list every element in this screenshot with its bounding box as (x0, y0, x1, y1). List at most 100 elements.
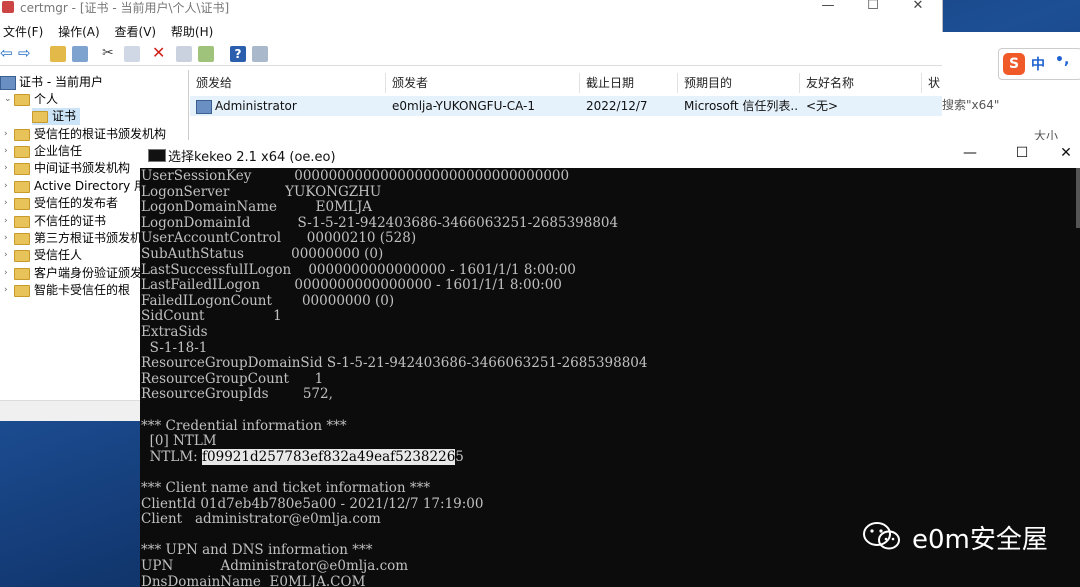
help-icon[interactable]: ? (230, 46, 246, 62)
tree-item-third-party-root[interactable]: › 第三方根证书颁发机 (4, 230, 142, 247)
chevron-right-icon[interactable]: › (4, 247, 14, 264)
folder-icon (14, 128, 30, 141)
column-friendly-name[interactable]: 友好名称 (800, 73, 922, 93)
toolbar: ⇦ ⇨ ✂ ✕ ? (0, 43, 942, 66)
table-row[interactable]: Administrator e0mlja-YUKONGFU-CA-1 2022/… (190, 96, 942, 116)
tree-item-active-directory[interactable]: › Active Directory 用户 (4, 178, 158, 195)
column-status[interactable]: 状 (922, 73, 942, 93)
column-issued-to[interactable]: 颁发给 (190, 73, 386, 93)
properties-icon[interactable] (176, 46, 192, 62)
menu-view[interactable]: 查看(V) (112, 21, 165, 40)
certificate-icon (196, 99, 212, 114)
chevron-right-icon[interactable]: › (4, 126, 14, 143)
cell-purpose: Microsoft 信任列表... (684, 99, 798, 113)
folder-icon (14, 93, 30, 106)
console-maximize-button[interactable]: ☐ (1002, 144, 1042, 164)
ime-mode-label[interactable]: 中 (1031, 54, 1045, 74)
folder-icon (14, 284, 30, 297)
console-line: UserAccountControl 00000210 (528) (141, 230, 417, 247)
forward-icon[interactable]: ⇨ (18, 46, 34, 62)
chevron-right-icon[interactable]: › (4, 230, 14, 247)
maximize-button[interactable]: ☐ (850, 0, 896, 16)
column-purpose[interactable]: 预期目的 (678, 73, 800, 93)
ime-punctuation-label[interactable]: •, (1055, 52, 1069, 68)
export-icon[interactable] (198, 46, 214, 62)
menu-file[interactable]: 文件(F) (0, 21, 51, 40)
console-minimize-button[interactable]: — (950, 144, 990, 164)
tree-item-trusted-people[interactable]: › 受信任人 (4, 247, 82, 264)
cell-expiry: 2022/12/7 (586, 99, 648, 113)
menu-action[interactable]: 操作(A) (55, 21, 108, 40)
back-icon[interactable]: ⇦ (0, 46, 16, 62)
console-line: ResourceGroupCount 1 (141, 370, 324, 387)
console-line: *** Credential information *** (141, 417, 347, 434)
chevron-right-icon[interactable]: › (4, 160, 14, 177)
console-line: [0] NTLM (141, 433, 217, 450)
folder-icon (14, 162, 30, 175)
ntlm-hash-tail: 5 (455, 448, 464, 465)
menu-bar: 文件(F) 操作(A) 查看(V) 帮助(H) (0, 21, 221, 41)
chevron-right-icon[interactable]: › (4, 282, 14, 299)
folder-icon (32, 110, 48, 123)
ntlm-hash-selection[interactable]: f09921d257783ef832a49eaf5238226 (202, 448, 456, 465)
watermark-text: e0m安全屋 (912, 525, 1048, 555)
console-line: LogonServer YUKONGZHU (141, 183, 382, 200)
ntlm-hash-line: NTLM: f09921d257783ef832a49eaf52382265 (141, 448, 464, 465)
console-app-icon (148, 149, 166, 162)
console-line: ResourceGroupIds 572, (141, 386, 333, 403)
sogou-logo-icon: S (1003, 53, 1025, 75)
column-expiry[interactable]: 截止日期 (580, 73, 678, 93)
console-line: UPN Administrator@e0mlja.com (141, 558, 409, 574)
console-line: DnsDomainName E0MLJA.COM (141, 573, 366, 587)
tree-item-client-auth[interactable]: › 客户端身份验证颁发 (4, 265, 142, 282)
tree-item-smartcard-root[interactable]: › 智能卡受信任的根 (4, 282, 130, 299)
cert-store-icon (0, 75, 16, 90)
console-line: FailedILogonCount 00000000 (0) (141, 292, 395, 309)
console-line: LogonDomainId S-1-5-21-942403686-3466063… (141, 214, 619, 231)
tree-item-certificates[interactable]: 证书 (32, 108, 81, 125)
ime-toolbar[interactable]: S 中 •, (998, 48, 1080, 80)
cut-icon[interactable]: ✂ (102, 46, 118, 62)
tree-item-root[interactable]: 证书 - 当前用户 (0, 74, 103, 91)
column-issuer[interactable]: 颁发者 (386, 73, 580, 93)
chevron-right-icon[interactable]: › (4, 143, 14, 160)
delete-icon[interactable]: ✕ (152, 45, 168, 62)
chevron-right-icon[interactable]: › (4, 178, 14, 195)
menu-help[interactable]: 帮助(H) (168, 21, 221, 40)
cell-issuer: e0mlja-YUKONGFU-CA-1 (392, 99, 535, 113)
certmgr-app-icon (2, 1, 14, 13)
show-hide-tree-icon[interactable] (72, 46, 88, 62)
view-icon[interactable] (252, 46, 268, 62)
folder-icon (14, 180, 30, 193)
tree-item-trusted-publishers[interactable]: › 受信任的发布者 (4, 195, 118, 212)
console-line: SubAuthStatus 00000000 (0) (141, 246, 384, 262)
console-line: ExtraSids (141, 324, 208, 340)
chevron-right-icon[interactable]: › (4, 213, 14, 230)
console-line: SidCount 1 (141, 308, 282, 325)
tree-item-enterprise-trust[interactable]: › 企业信任 (4, 143, 82, 160)
console-line: UserSessionKey 0000000000000000000000000… (141, 168, 570, 184)
up-folder-icon[interactable] (50, 46, 66, 62)
chevron-right-icon[interactable]: › (4, 195, 14, 212)
tree-item-untrusted[interactable]: › 不信任的证书 (4, 213, 106, 230)
chevron-right-icon[interactable]: › (4, 265, 14, 282)
console-titlebar[interactable]: 选择kekeo 2.1 x64 (oe.eo) — ☐ ✕ (140, 140, 1080, 168)
minimize-button[interactable]: — (805, 0, 851, 16)
tree-item-personal[interactable]: ⌄ 个人 (4, 91, 58, 108)
copy-icon[interactable] (124, 46, 140, 62)
console-line: Client administrator@e0mlja.com (141, 511, 381, 528)
search-hint[interactable]: 搜索"x64" (942, 96, 999, 113)
close-button[interactable]: ✕ (895, 0, 941, 16)
certmgr-titlebar[interactable]: certmgr - [证书 - 当前用户\个人\证书] — ☐ ✕ (0, 0, 942, 18)
console-line: LogonDomainName E0MLJA (141, 199, 373, 216)
console-close-button[interactable]: ✕ (1046, 144, 1080, 164)
console-line: *** Client name and ticket information *… (141, 480, 431, 496)
console-line: ClientId 01d7eb4b780e5a00 - 2021/12/7 17… (141, 495, 484, 512)
chevron-down-icon[interactable]: ⌄ (4, 91, 14, 108)
tree-item-intermediate[interactable]: › 中间证书颁发机构 (4, 160, 130, 177)
console-line: LastSuccessfulILogon 0000000000000000 - … (141, 261, 576, 278)
folder-icon (14, 197, 30, 210)
cell-friendly-name: <无> (806, 99, 839, 113)
folder-icon (14, 215, 30, 228)
folder-icon (14, 249, 30, 262)
